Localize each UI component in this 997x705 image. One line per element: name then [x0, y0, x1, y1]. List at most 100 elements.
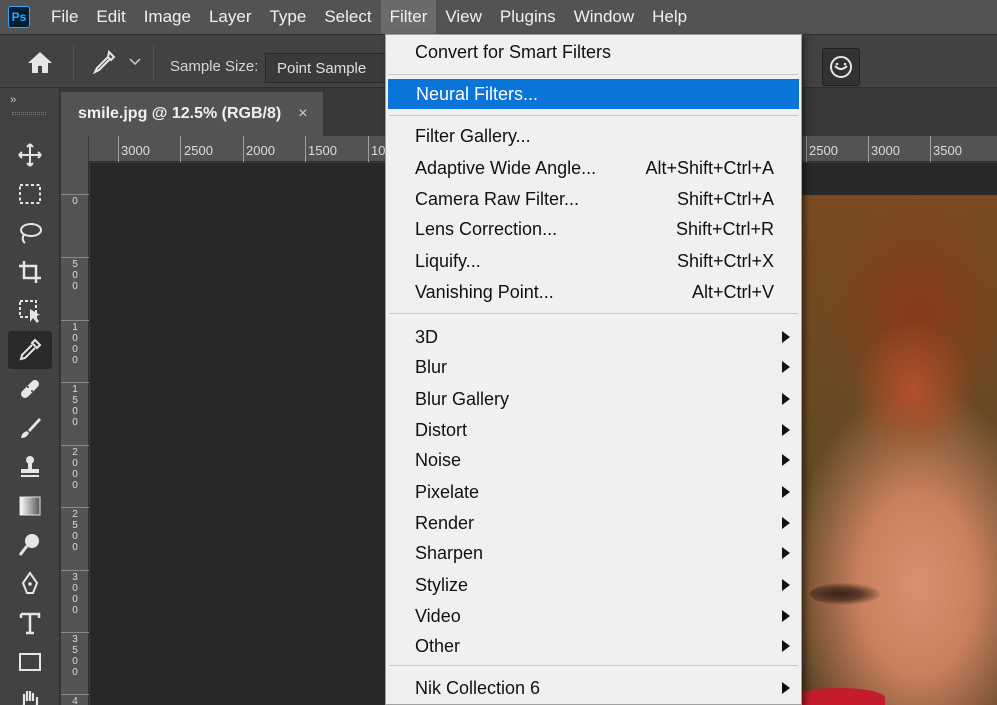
menu-item-label: Convert for Smart Filters — [415, 42, 612, 62]
ruler-tick — [61, 507, 89, 508]
hand-icon[interactable] — [8, 682, 52, 705]
menu-item-nik-collection[interactable]: Nik Collection 6 — [387, 673, 800, 703]
menu-item-label: Blur Gallery — [415, 389, 510, 409]
brush-icon[interactable] — [8, 409, 52, 447]
healing-icon[interactable] — [8, 370, 52, 408]
sample-size-select[interactable]: Point Sample — [265, 53, 390, 83]
marquee-icon[interactable] — [8, 175, 52, 213]
menu-item-camera-raw-filter[interactable]: Camera Raw Filter... Shift+Ctrl+A — [387, 184, 800, 214]
menu-item-label: Nik Collection 6 — [415, 678, 541, 698]
menu-item-sharpen[interactable]: Sharpen — [387, 538, 800, 568]
ruler-label: 1500 — [72, 384, 78, 428]
ruler-tick — [61, 694, 89, 695]
ruler-tick — [61, 194, 89, 195]
menu-help[interactable]: Help — [643, 0, 696, 34]
menu-item-noise[interactable]: Noise — [387, 445, 800, 475]
menu-item-convert-smart-filters[interactable]: Convert for Smart Filters — [387, 37, 800, 67]
submenu-arrow-icon — [782, 517, 790, 529]
ruler-label: 4 — [72, 696, 78, 705]
object-select-icon[interactable] — [8, 292, 52, 330]
ruler-label: 2500 — [184, 143, 213, 158]
menu-item-shortcut: Shift+Ctrl+X — [676, 251, 774, 271]
gradient-icon[interactable] — [8, 487, 52, 525]
menu-item-stylize[interactable]: Stylize — [387, 570, 800, 600]
menu-edit[interactable]: Edit — [87, 0, 134, 34]
menu-item-label: 3D — [415, 327, 439, 347]
menu-item-other[interactable]: Other — [387, 631, 800, 661]
ruler-corner[interactable] — [61, 136, 89, 162]
ruler-tick — [61, 320, 89, 321]
home-icon[interactable] — [25, 49, 55, 75]
menu-item-video[interactable]: Video — [387, 601, 800, 631]
menu-item-lens-correction[interactable]: Lens Correction... Shift+Ctrl+R — [387, 214, 800, 244]
ruler-label: 3000 — [72, 572, 78, 616]
rectangle-icon[interactable] — [8, 643, 52, 681]
collapse-panel-icon[interactable]: ›› — [10, 94, 16, 106]
ruler-label: 2500 — [72, 509, 78, 553]
menu-item-pixelate[interactable]: Pixelate — [387, 477, 800, 507]
vertical-ruler[interactable]: 0 500 1000 1500 2000 2500 3000 3500 4 — [61, 162, 89, 705]
ruler-tick — [61, 382, 89, 383]
menu-filter[interactable]: Filter — [380, 0, 437, 34]
filter-menu: Convert for Smart Filters Neural Filters… — [385, 34, 802, 705]
menu-plugins[interactable]: Plugins — [491, 0, 565, 34]
submenu-arrow-icon — [782, 640, 790, 652]
menu-item-label: Sharpen — [415, 543, 484, 563]
menu-type[interactable]: Type — [260, 0, 315, 34]
menu-bar: Ps File Edit Image Layer Type Select Fil… — [0, 0, 997, 34]
menu-item-shortcut: Alt+Ctrl+V — [691, 282, 774, 302]
document-tab[interactable]: smile.jpg @ 12.5% (RGB/8) × — [61, 92, 323, 136]
pen-icon[interactable] — [8, 565, 52, 603]
smiley-icon[interactable] — [822, 48, 860, 86]
ruler-tick — [868, 136, 869, 162]
ruler-tick — [930, 136, 931, 162]
menu-item-label: Filter Gallery... — [415, 126, 531, 146]
chevron-down-icon[interactable] — [128, 54, 142, 68]
menu-item-vanishing-point[interactable]: Vanishing Point... Alt+Ctrl+V — [387, 277, 800, 307]
stamp-icon[interactable] — [8, 448, 52, 486]
submenu-arrow-icon — [782, 610, 790, 622]
menu-file[interactable]: File — [42, 0, 87, 34]
document-photo[interactable] — [798, 195, 997, 705]
dodge-icon[interactable] — [8, 526, 52, 564]
ruler-tick — [118, 136, 119, 162]
menu-item-blur-gallery[interactable]: Blur Gallery — [387, 384, 800, 414]
move-tool-icon[interactable] — [8, 136, 52, 174]
menu-item-3d[interactable]: 3D — [387, 322, 800, 352]
menu-layer[interactable]: Layer — [200, 0, 261, 34]
menu-item-label: Camera Raw Filter... — [415, 189, 580, 209]
menu-image[interactable]: Image — [135, 0, 200, 34]
menu-item-adaptive-wide-angle[interactable]: Adaptive Wide Angle... Alt+Shift+Ctrl+A — [387, 153, 800, 183]
ruler-tick — [61, 570, 89, 571]
menu-item-blur[interactable]: Blur — [387, 352, 800, 382]
menu-item-liquify[interactable]: Liquify... Shift+Ctrl+X — [387, 246, 800, 276]
close-icon[interactable]: × — [298, 105, 307, 123]
menu-item-label: Pixelate — [415, 482, 480, 502]
ruler-label: 3000 — [121, 143, 150, 158]
crop-icon[interactable] — [8, 253, 52, 291]
menu-item-render[interactable]: Render — [387, 508, 800, 538]
menu-separator — [389, 313, 798, 314]
menu-item-distort[interactable]: Distort — [387, 415, 800, 445]
submenu-arrow-icon — [782, 361, 790, 373]
ruler-label: 3000 — [871, 143, 900, 158]
photoshop-logo[interactable]: Ps — [8, 6, 30, 28]
panel-grip[interactable] — [12, 112, 46, 115]
ruler-tick — [180, 136, 181, 162]
lasso-icon[interactable] — [8, 214, 52, 252]
menu-item-label: Liquify... — [415, 251, 481, 271]
menu-item-label: Stylize — [415, 575, 469, 595]
menu-item-label: Distort — [415, 420, 468, 440]
eyedropper-icon[interactable] — [8, 331, 52, 369]
submenu-arrow-icon — [782, 682, 790, 694]
type-icon[interactable] — [8, 604, 52, 642]
ruler-tick — [806, 136, 807, 162]
menu-view[interactable]: View — [436, 0, 491, 34]
menu-item-filter-gallery[interactable]: Filter Gallery... — [387, 121, 800, 151]
menu-item-label: Vanishing Point... — [415, 282, 554, 302]
menu-select[interactable]: Select — [315, 0, 380, 34]
menu-item-neural-filters[interactable]: Neural Filters... — [388, 79, 799, 109]
eyedropper-preset-icon[interactable] — [90, 49, 118, 75]
menu-window[interactable]: Window — [565, 0, 643, 34]
ruler-tick — [243, 136, 244, 162]
